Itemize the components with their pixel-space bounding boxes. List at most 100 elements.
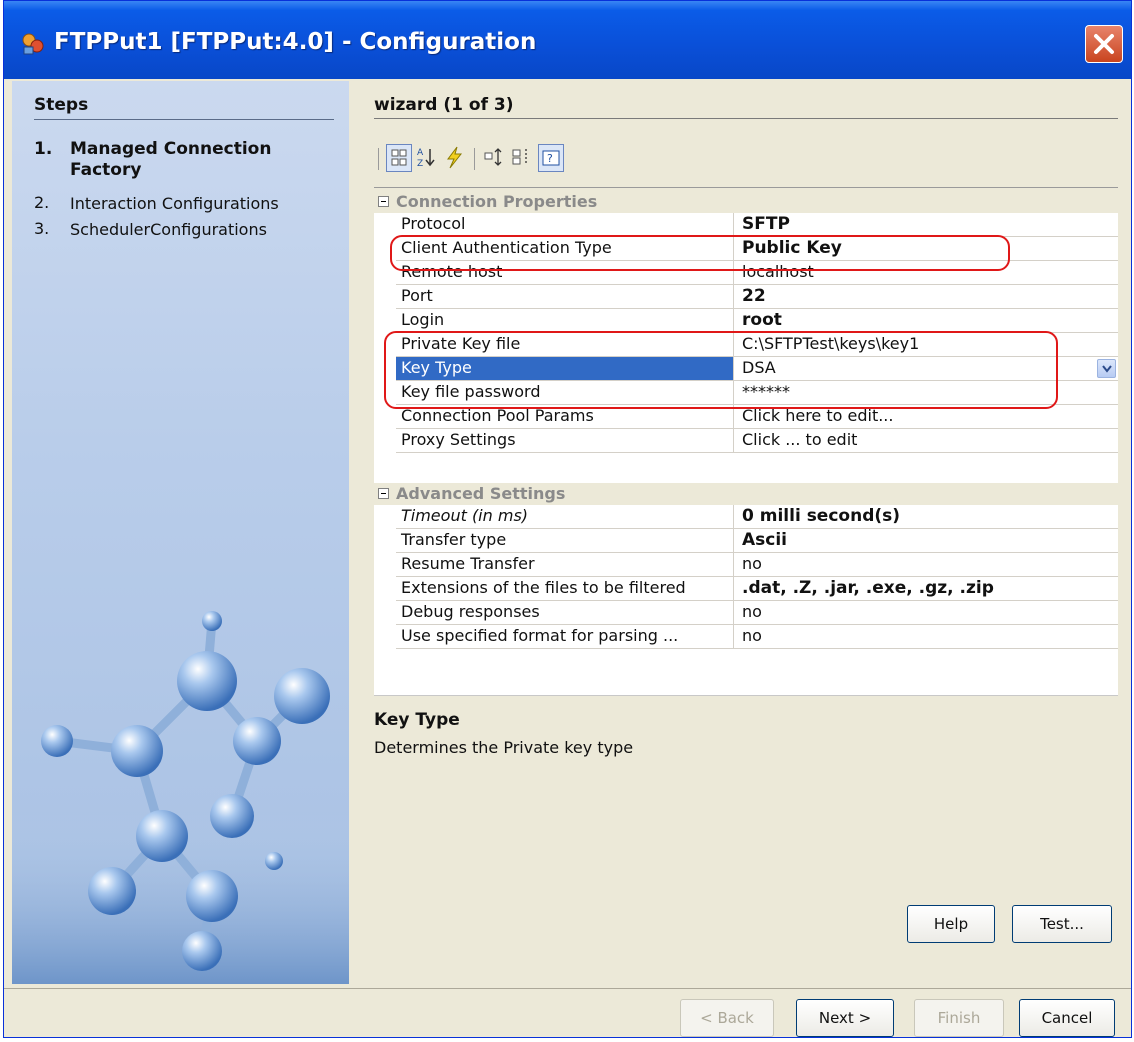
property-row-private-key-file[interactable]: Private Key file C:\SFTPTest\keys\key1 bbox=[396, 333, 1118, 357]
next-button[interactable]: Next > bbox=[796, 999, 894, 1037]
property-name: Client Authentication Type bbox=[396, 237, 734, 260]
collapse-all-button[interactable] bbox=[510, 144, 536, 172]
step-3[interactable]: 3. SchedulerConfigurations bbox=[34, 219, 320, 240]
molecule-illustration bbox=[12, 611, 349, 984]
window-title: FTPPut1 [FTPPut:4.0] - Configuration bbox=[54, 29, 537, 55]
step-number: 2. bbox=[34, 193, 50, 212]
test-button[interactable]: Test... bbox=[1012, 905, 1112, 943]
steps-sidebar: Steps 1. Managed Connection Factory 2. Int… bbox=[12, 81, 349, 984]
property-name: Protocol bbox=[396, 213, 734, 236]
property-row-extensions-filtered[interactable]: Extensions of the files to be filtered .… bbox=[396, 577, 1118, 601]
property-value[interactable]: no bbox=[734, 601, 1118, 624]
collapse-toggle-icon[interactable] bbox=[378, 488, 389, 499]
property-row-resume-transfer[interactable]: Resume Transfer no bbox=[396, 553, 1118, 577]
steps-heading: Steps bbox=[34, 95, 89, 115]
help-button[interactable]: Help bbox=[907, 905, 995, 943]
close-icon bbox=[1094, 34, 1114, 54]
property-value[interactable]: Ascii bbox=[734, 529, 1118, 552]
property-value[interactable]: Public Key bbox=[734, 237, 1118, 260]
events-button[interactable] bbox=[442, 144, 468, 172]
property-value[interactable]: no bbox=[734, 553, 1118, 576]
step-number: 1. bbox=[34, 139, 53, 159]
categorized-view-icon bbox=[391, 149, 407, 166]
property-name: Resume Transfer bbox=[396, 553, 734, 576]
property-name: Private Key file bbox=[396, 333, 734, 356]
step-2[interactable]: 2. Interaction Configurations bbox=[34, 193, 320, 214]
property-name: Login bbox=[396, 309, 734, 332]
property-row-protocol[interactable]: Protocol SFTP bbox=[396, 213, 1118, 237]
category-connection-properties[interactable]: Connection Properties bbox=[374, 191, 1118, 213]
collapse-toggle-icon[interactable] bbox=[378, 196, 389, 207]
svg-text:A: A bbox=[417, 148, 424, 158]
property-value[interactable]: root bbox=[734, 309, 1118, 332]
property-value[interactable]: localhost bbox=[734, 261, 1118, 284]
categorized-view-button[interactable] bbox=[386, 144, 412, 172]
property-value[interactable]: 22 bbox=[734, 285, 1118, 308]
property-name: Use specified format for parsing ... bbox=[396, 625, 734, 648]
property-row-port[interactable]: Port 22 bbox=[396, 285, 1118, 309]
step-label: Managed Connection Factory bbox=[70, 139, 272, 180]
step-1[interactable]: 1. Managed Connection Factory bbox=[34, 139, 320, 181]
lightning-icon bbox=[447, 146, 463, 169]
svg-text:?: ? bbox=[547, 152, 553, 165]
property-name: Debug responses bbox=[396, 601, 734, 624]
category-label: Advanced Settings bbox=[396, 484, 566, 503]
property-grid: Connection Properties Protocol SFTP Clie… bbox=[374, 191, 1118, 696]
property-name: Key file password bbox=[396, 381, 734, 404]
property-name: Key Type bbox=[396, 357, 734, 380]
property-value[interactable]: SFTP bbox=[734, 213, 1118, 236]
property-row-remote-host[interactable]: Remote host localhost bbox=[396, 261, 1118, 285]
expand-all-icon bbox=[484, 148, 502, 166]
sort-alphabetic-button[interactable]: A Z bbox=[414, 144, 440, 172]
property-row-debug-responses[interactable]: Debug responses no bbox=[396, 601, 1118, 625]
step-label: Interaction Configurations bbox=[70, 194, 279, 213]
property-value[interactable]: Click ... to edit bbox=[734, 429, 1118, 452]
property-row-login[interactable]: Login root bbox=[396, 309, 1118, 333]
property-row-connection-pool-params[interactable]: Connection Pool Params Click here to edi… bbox=[396, 405, 1118, 429]
property-name: Port bbox=[396, 285, 734, 308]
title-bar[interactable]: FTPPut1 [FTPPut:4.0] - Configuration bbox=[4, 1, 1131, 79]
collapse-all-icon bbox=[512, 149, 527, 165]
property-value[interactable]: C:\SFTPTest\keys\key1 bbox=[734, 333, 1118, 356]
property-value[interactable]: 0 milli second(s) bbox=[734, 505, 1118, 528]
app-icon bbox=[22, 33, 44, 55]
description-text: Determines the Private key type bbox=[374, 738, 634, 757]
property-row-proxy-settings[interactable]: Proxy Settings Click ... to edit bbox=[396, 429, 1118, 453]
property-row-key-file-password[interactable]: Key file password ****** bbox=[396, 381, 1118, 405]
property-value[interactable]: DSA bbox=[734, 357, 1118, 380]
svg-text:Z: Z bbox=[417, 159, 423, 169]
wizard-heading: wizard (1 of 3) bbox=[374, 95, 514, 115]
property-value[interactable]: no bbox=[734, 625, 1118, 648]
finish-button[interactable]: Finish bbox=[914, 999, 1004, 1037]
property-row-client-authentication-type[interactable]: Client Authentication Type Public Key bbox=[396, 237, 1118, 261]
property-row-key-type[interactable]: Key Type DSA bbox=[396, 357, 1118, 381]
expand-all-button[interactable] bbox=[482, 144, 508, 172]
help-description-icon: ? bbox=[542, 150, 560, 166]
property-name: Remote host bbox=[396, 261, 734, 284]
cancel-button[interactable]: Cancel bbox=[1019, 999, 1115, 1037]
footer-divider bbox=[4, 988, 1131, 989]
key-type-dropdown-button[interactable] bbox=[1097, 359, 1116, 378]
property-name: Extensions of the files to be filtered bbox=[396, 577, 734, 600]
steps-divider bbox=[34, 119, 334, 120]
toolbar-divider bbox=[374, 187, 1118, 188]
property-row-timeout[interactable]: Timeout (in ms) 0 milli second(s) bbox=[396, 505, 1118, 529]
property-value[interactable]: .dat, .Z, .jar, .exe, .gz, .zip bbox=[734, 577, 1118, 600]
property-row-parsing-format[interactable]: Use specified format for parsing ... no bbox=[396, 625, 1118, 649]
category-advanced-settings[interactable]: Advanced Settings bbox=[374, 483, 1118, 505]
property-row-transfer-type[interactable]: Transfer type Ascii bbox=[396, 529, 1118, 553]
back-button[interactable]: < Back bbox=[680, 999, 774, 1037]
description-title: Key Type bbox=[374, 710, 460, 730]
property-name: Timeout (in ms) bbox=[396, 505, 734, 528]
step-number: 3. bbox=[34, 219, 50, 238]
toolbar-grip bbox=[378, 148, 379, 170]
property-value[interactable]: ****** bbox=[734, 381, 1118, 404]
close-button[interactable] bbox=[1085, 25, 1123, 63]
property-name: Connection Pool Params bbox=[396, 405, 734, 428]
category-label: Connection Properties bbox=[396, 192, 598, 211]
sort-alphabetic-icon: A Z bbox=[417, 148, 435, 169]
show-description-button[interactable]: ? bbox=[538, 144, 564, 172]
chevron-down-icon bbox=[1102, 365, 1112, 373]
heading-divider bbox=[374, 118, 1118, 119]
property-value[interactable]: Click here to edit... bbox=[734, 405, 1118, 428]
